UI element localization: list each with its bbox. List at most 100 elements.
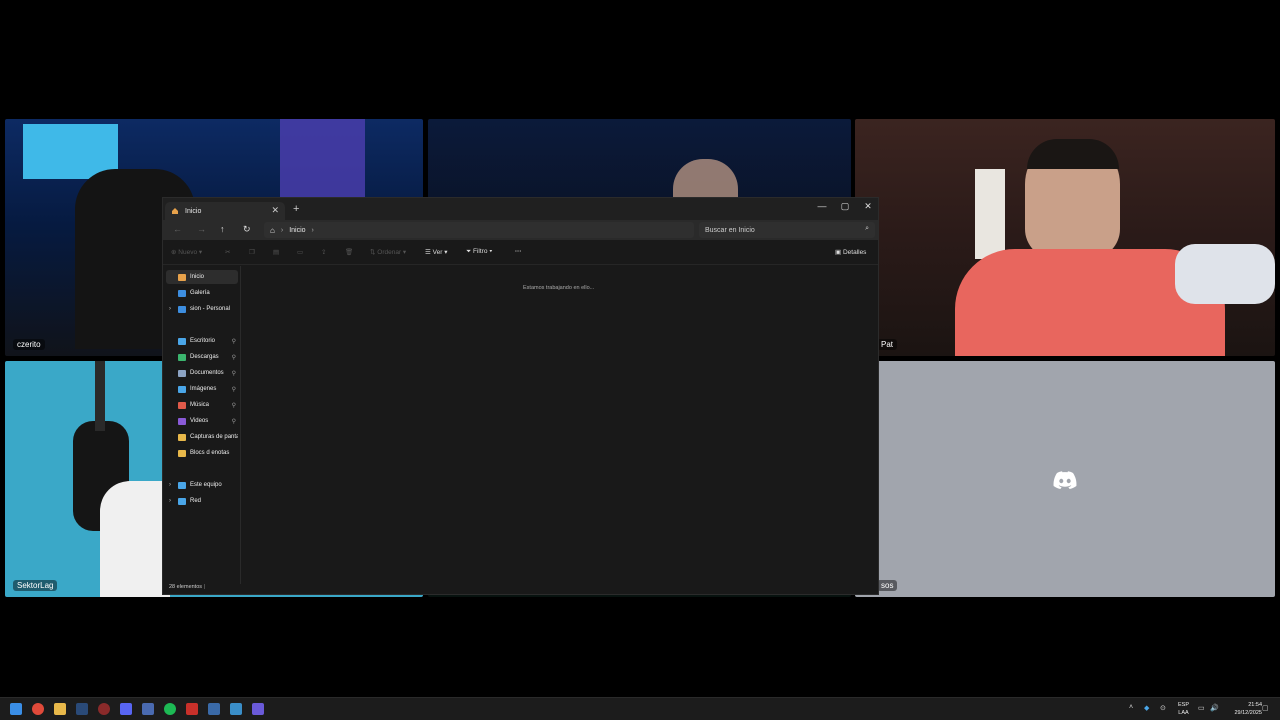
more-options-icon[interactable]: ···: [515, 248, 522, 255]
chevron-right-icon[interactable]: ›: [169, 306, 171, 312]
volume-icon[interactable]: 🔊: [1210, 704, 1219, 712]
app-icon[interactable]: [208, 703, 220, 715]
sidebar-item-label: Imágenes: [190, 386, 217, 392]
spotify-icon[interactable]: [164, 703, 176, 715]
app-icon[interactable]: [252, 703, 264, 715]
back-icon[interactable]: ←: [173, 224, 182, 234]
sidebar-item-galer-a[interactable]: Galería: [166, 286, 238, 300]
title-bar[interactable]: Inicio ✕ + — ▢ ✕: [163, 198, 878, 220]
pin-icon: ⚲: [231, 354, 236, 361]
steam-icon[interactable]: [76, 703, 88, 715]
sidebar-item-im-genes[interactable]: Imágenes ⚲: [166, 382, 238, 396]
filter-button[interactable]: ⏷ Filtro ▾: [466, 248, 492, 256]
sidebar-item-blocs-d-enotas[interactable]: Blocs d enotas: [166, 446, 238, 460]
hair: [1027, 139, 1119, 169]
new-tab-icon[interactable]: +: [293, 203, 299, 215]
sidebar-item-label: Este equipo: [190, 482, 222, 488]
pin-icon: ⚲: [231, 386, 236, 393]
close-window-icon[interactable]: ✕: [861, 201, 875, 212]
participant-name: SektorLag: [13, 580, 58, 591]
sidebar-item-capturas-de-pantall[interactable]: Capturas de pantall: [166, 430, 238, 444]
app-icon[interactable]: [230, 703, 242, 715]
participant-name: sos: [877, 580, 898, 591]
notification-icon[interactable]: ▢: [1262, 704, 1269, 712]
view-button[interactable]: ☰ Ver ▾: [425, 248, 447, 256]
pin-icon: ⚲: [231, 418, 236, 425]
address-bar[interactable]: ⌂ › Inicio ›: [264, 222, 694, 238]
details-button[interactable]: ▣ Detalles: [835, 248, 866, 256]
navigation-bar: ← → ↑ ↻ ⌂ › Inicio › Buscar en Inicio ⌕: [163, 220, 878, 240]
chevron-right-icon[interactable]: ›: [169, 482, 171, 488]
app-icon[interactable]: [142, 703, 154, 715]
chevron-up-icon[interactable]: ˄: [1129, 704, 1133, 711]
taskbar: ˄ ◆ ⊙ ESP LAA ▭ 🔊 21:54 29/12/2025 ▢: [0, 697, 1280, 720]
copy-icon[interactable]: ❐: [249, 248, 255, 256]
item-count: 28 elementos: [169, 584, 203, 590]
sidebar-item-escritorio[interactable]: Escritorio ⚲: [166, 334, 238, 348]
videos-icon: [178, 417, 186, 425]
clock[interactable]: 21:54 29/12/2025: [1234, 701, 1262, 717]
discord-taskbar-icon[interactable]: [120, 703, 132, 715]
sidebar-item-descargas[interactable]: Descargas ⚲: [166, 350, 238, 364]
app-icon[interactable]: [186, 703, 198, 715]
sidebar-item-label: Galería: [190, 290, 210, 296]
new-button[interactable]: ⊕ Nuevo ▾: [171, 248, 202, 256]
sidebar-item-m-sica[interactable]: Música ⚲: [166, 398, 238, 412]
command-bar: ⊕ Nuevo ▾ ✂ ❐ ▤ ▭ ⇪ 🗑 ⇅ Ordenar ▾ ☰ Ver …: [163, 241, 878, 265]
search-placeholder: Buscar en Inicio: [705, 226, 755, 234]
sidebar-item-label: Documentos: [190, 370, 224, 376]
gallery-icon: [178, 289, 186, 297]
paste-icon[interactable]: ▤: [273, 248, 279, 256]
sidebar-item-sion-personal[interactable]: › sion - Personal: [166, 302, 238, 316]
person-silhouette: [673, 159, 738, 199]
video-tile-pat[interactable]: Pat: [855, 119, 1275, 356]
chevron-right-icon[interactable]: ›: [169, 498, 171, 504]
sidebar-item-red[interactable]: › Red: [166, 494, 238, 508]
home-icon: [172, 208, 178, 214]
up-icon[interactable]: ↑: [220, 224, 225, 234]
sidebar-item-videos[interactable]: Videos ⚲: [166, 414, 238, 428]
start-icon[interactable]: [10, 703, 22, 715]
time: 21:54: [1248, 702, 1262, 708]
steam-tray-icon[interactable]: ◆: [1144, 704, 1149, 712]
sidebar-item-documentos[interactable]: Documentos ⚲: [166, 366, 238, 380]
sidebar-item-inicio[interactable]: Inicio: [166, 270, 238, 284]
app-icon[interactable]: [98, 703, 110, 715]
sidebar-item-este-equipo[interactable]: › Este equipo: [166, 478, 238, 492]
pin-icon: ⚲: [231, 370, 236, 377]
microphone-icon[interactable]: ⊙: [1160, 704, 1166, 712]
home-icon: [178, 273, 186, 281]
file-explorer-window[interactable]: Inicio ✕ + — ▢ ✕ ← → ↑ ↻ ⌂ › Inicio › Bu…: [162, 197, 879, 595]
minimize-icon[interactable]: —: [815, 201, 829, 211]
chrome-icon[interactable]: [32, 703, 44, 715]
discord-icon: [1053, 471, 1077, 489]
language-indicator[interactable]: ESP LAA: [1178, 701, 1189, 717]
sidebar-item-label: Inicio: [190, 274, 205, 280]
tab-inicio[interactable]: Inicio ✕: [165, 202, 285, 220]
sidebar-item-label: Capturas de pantall: [190, 434, 238, 440]
video-tile-discord-avatar[interactable]: sos: [855, 361, 1275, 597]
rename-icon[interactable]: ▭: [297, 248, 303, 256]
folder-icon: [178, 449, 186, 457]
share-icon[interactable]: ⇪: [321, 248, 326, 256]
network-icon[interactable]: ▭: [1198, 704, 1205, 712]
delete-icon[interactable]: 🗑: [345, 248, 353, 256]
view-label: Ver: [432, 249, 443, 256]
chevron-right-icon[interactable]: ›: [312, 227, 314, 234]
guitar-neck: [95, 361, 105, 431]
new-label: Nuevo: [178, 249, 198, 256]
search-input[interactable]: Buscar en Inicio ⌕: [699, 222, 875, 238]
breadcrumb[interactable]: Inicio: [289, 227, 305, 234]
sort-button[interactable]: ⇅ Ordenar ▾: [370, 248, 406, 256]
forward-icon[interactable]: →: [197, 224, 206, 234]
participant-name: czerito: [13, 339, 45, 350]
network-icon: [178, 497, 186, 505]
home-icon[interactable]: ⌂: [270, 226, 275, 235]
cut-icon[interactable]: ✂: [225, 248, 230, 256]
close-tab-icon[interactable]: ✕: [271, 205, 279, 216]
filter-label: Filtro: [473, 248, 488, 255]
refresh-icon[interactable]: ↻: [243, 224, 251, 235]
file-explorer-icon[interactable]: [54, 703, 66, 715]
sidebar-item-label: Red: [190, 498, 202, 504]
maximize-icon[interactable]: ▢: [838, 201, 852, 212]
